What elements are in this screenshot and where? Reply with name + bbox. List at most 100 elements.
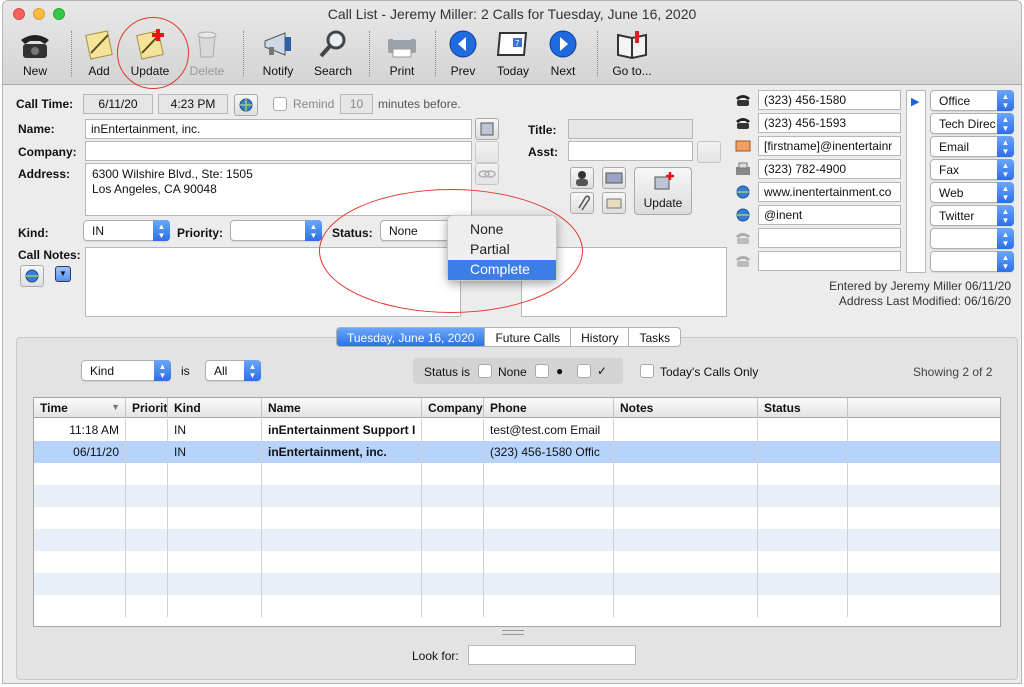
name-card-button[interactable] bbox=[475, 118, 499, 140]
status-complete-checkbox[interactable] bbox=[577, 364, 591, 378]
table-row[interactable] bbox=[34, 595, 1000, 617]
notify-button[interactable]: Notify bbox=[255, 25, 301, 81]
table-row[interactable] bbox=[34, 573, 1000, 595]
filter-is-label: is bbox=[181, 364, 190, 378]
asst-field[interactable] bbox=[568, 141, 693, 161]
contact-value-field[interactable]: (323) 456-1593 bbox=[758, 113, 901, 133]
address-label: Address: bbox=[18, 167, 71, 181]
notes-globe-button[interactable] bbox=[20, 265, 44, 287]
kind-select[interactable]: IN ▲ ▼ bbox=[83, 220, 170, 241]
table-row[interactable] bbox=[34, 463, 1000, 485]
letter-button[interactable] bbox=[602, 192, 626, 214]
partial-dot-icon: ● bbox=[556, 364, 564, 378]
cell-empty bbox=[614, 551, 758, 573]
contact-type-select[interactable]: Office ▲ ▼ bbox=[930, 90, 1014, 111]
prev-button[interactable]: Prev bbox=[443, 25, 483, 81]
contact-value-field[interactable] bbox=[758, 228, 901, 248]
table-row[interactable] bbox=[34, 551, 1000, 573]
goto-button[interactable]: Go to... bbox=[607, 25, 657, 81]
table-row[interactable]: 11:18 AM IN inEntertainment Support I test@… bbox=[34, 419, 1000, 441]
letter-icon bbox=[606, 198, 622, 209]
chevron-updown-icon: ▲ ▼ bbox=[997, 136, 1014, 157]
clock-button[interactable] bbox=[234, 94, 258, 116]
call-date-field[interactable]: 6/11/20 bbox=[83, 94, 153, 114]
globe-icon bbox=[734, 207, 752, 223]
new-button[interactable]: New bbox=[13, 25, 57, 81]
contact-type-select[interactable]: Twitter ▲ ▼ bbox=[930, 205, 1014, 226]
table-row[interactable] bbox=[34, 485, 1000, 507]
attach-button[interactable] bbox=[570, 192, 594, 214]
tab-today[interactable]: Tuesday, June 16, 2020 bbox=[337, 328, 485, 346]
next-button[interactable]: Next bbox=[543, 25, 583, 81]
tab-history[interactable]: History bbox=[570, 328, 628, 346]
table-row[interactable] bbox=[34, 507, 1000, 529]
contact-type-select[interactable]: ▲ ▼ bbox=[930, 228, 1014, 249]
table-row[interactable]: 06/11/20 IN inEntertainment, inc. (323) 456… bbox=[34, 441, 1000, 463]
book-icon bbox=[617, 31, 647, 60]
print-button[interactable]: Print bbox=[379, 25, 425, 81]
company-card-button[interactable] bbox=[475, 141, 499, 163]
contact-person-button[interactable] bbox=[570, 167, 594, 189]
contact-type-select[interactable]: Email ▲ ▼ bbox=[930, 136, 1014, 157]
add-button[interactable]: Add bbox=[79, 25, 119, 81]
card-file-button[interactable] bbox=[602, 167, 626, 189]
col-time[interactable]: Time ▼ bbox=[34, 398, 126, 418]
contact-value-field[interactable]: [firstname]@inentertainr bbox=[758, 136, 901, 156]
delete-button[interactable]: Delete bbox=[185, 25, 229, 81]
status-none-checkbox[interactable] bbox=[478, 364, 492, 378]
contact-update-button[interactable]: Update bbox=[634, 167, 692, 215]
search-button[interactable]: Search bbox=[309, 25, 357, 81]
notepad-add-icon bbox=[85, 30, 113, 60]
cell-empty bbox=[422, 595, 484, 617]
todays-calls-only-checkbox[interactable] bbox=[640, 364, 654, 378]
chevron-updown-icon: ▲ ▼ bbox=[244, 360, 261, 381]
contact-scroll-track[interactable]: ▶ bbox=[906, 90, 926, 273]
col-notes[interactable]: Notes bbox=[614, 398, 758, 418]
col-company[interactable]: Company bbox=[422, 398, 484, 418]
contact-value-field[interactable]: (323) 456-1580 bbox=[758, 90, 901, 110]
calls-table: Time ▼ Priorit Kind Name Company Phone No… bbox=[33, 397, 1001, 627]
company-field[interactable] bbox=[85, 141, 472, 161]
phone-icon bbox=[734, 115, 752, 131]
cell-empty bbox=[614, 463, 758, 485]
col-kind[interactable]: Kind bbox=[168, 398, 262, 418]
notes-menu-button[interactable]: ▼ bbox=[55, 266, 71, 282]
title-field[interactable] bbox=[568, 119, 693, 139]
contact-type-select[interactable]: Fax ▲ ▼ bbox=[930, 159, 1014, 180]
status-partial-checkbox[interactable] bbox=[535, 364, 549, 378]
filter-value-select[interactable]: All ▲ ▼ bbox=[205, 360, 261, 381]
col-status[interactable]: Status bbox=[758, 398, 848, 418]
name-field[interactable]: inEntertainment, inc. bbox=[85, 119, 472, 139]
cell-empty bbox=[34, 595, 126, 617]
cell-kind: IN bbox=[168, 419, 262, 441]
remind-minutes-field[interactable]: 10 bbox=[340, 94, 373, 114]
col-priority[interactable]: Priorit bbox=[126, 398, 168, 418]
cell-empty bbox=[484, 595, 614, 617]
tab-future-calls[interactable]: Future Calls bbox=[484, 328, 570, 346]
table-row[interactable] bbox=[34, 529, 1000, 551]
splitter-handle[interactable] bbox=[502, 630, 524, 635]
cell-empty bbox=[168, 463, 262, 485]
contact-value-field[interactable]: (323) 782-4900 bbox=[758, 159, 901, 179]
filter-field-select[interactable]: Kind ▲ ▼ bbox=[81, 360, 171, 381]
contact-value-field[interactable]: @inent bbox=[758, 205, 901, 225]
link-button[interactable] bbox=[475, 163, 499, 185]
call-time-field[interactable]: 4:23 PM bbox=[158, 94, 228, 114]
remind-checkbox[interactable] bbox=[273, 97, 287, 111]
look-for-input[interactable] bbox=[468, 645, 636, 665]
contact-type-select[interactable]: Tech Direc ▲ ▼ bbox=[930, 113, 1014, 134]
asst-card-button[interactable] bbox=[697, 141, 721, 163]
look-for-label: Look for: bbox=[412, 649, 459, 663]
today-button[interactable]: 7 Today bbox=[489, 25, 537, 81]
contact-type-select[interactable]: Web ▲ ▼ bbox=[930, 182, 1014, 203]
col-phone[interactable]: Phone bbox=[484, 398, 614, 418]
contact-type-select[interactable]: ▲ ▼ bbox=[930, 251, 1014, 272]
contact-value-field[interactable] bbox=[758, 251, 901, 271]
tab-tasks[interactable]: Tasks bbox=[628, 328, 680, 346]
col-name[interactable]: Name bbox=[262, 398, 422, 418]
calendar-icon: 7 bbox=[496, 32, 528, 56]
priority-select[interactable]: ▲ ▼ bbox=[230, 220, 322, 241]
cell-empty bbox=[34, 485, 126, 507]
arrow-right-icon bbox=[549, 30, 577, 58]
contact-value-field[interactable]: www.inentertainment.co bbox=[758, 182, 901, 202]
